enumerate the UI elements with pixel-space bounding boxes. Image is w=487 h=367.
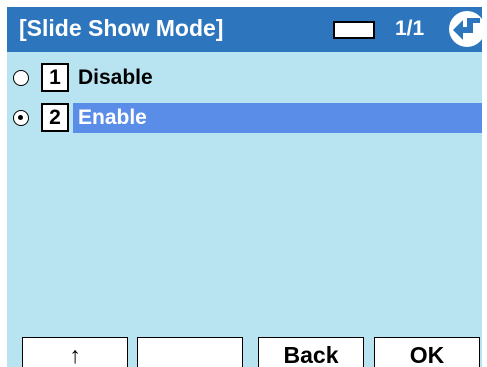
phone-screen: [Slide Show Mode] 1/1 1 Disable 2 Enable… bbox=[7, 7, 482, 367]
item-number: 2 bbox=[41, 103, 69, 132]
menu-item-disable[interactable]: 1 Disable bbox=[7, 63, 482, 93]
item-label: Enable bbox=[78, 106, 147, 129]
softkey-blank[interactable] bbox=[137, 337, 243, 367]
screen-title: [Slide Show Mode] bbox=[19, 15, 224, 41]
radio-button[interactable] bbox=[13, 70, 29, 86]
radio-dot-icon bbox=[18, 115, 23, 120]
back-arrow-icon bbox=[453, 18, 480, 40]
softkey-up[interactable]: ↑ bbox=[22, 337, 128, 367]
item-number: 1 bbox=[41, 63, 69, 92]
header-bar: [Slide Show Mode] 1/1 bbox=[7, 7, 482, 52]
item-label: Disable bbox=[78, 66, 153, 89]
softkey-back[interactable]: Back bbox=[258, 337, 364, 367]
softkey-ok[interactable]: OK bbox=[374, 337, 480, 367]
radio-button-selected[interactable] bbox=[13, 110, 29, 126]
status-box bbox=[333, 21, 375, 39]
menu-item-enable[interactable]: 2 Enable bbox=[7, 103, 482, 133]
back-arrow-button[interactable] bbox=[449, 11, 482, 47]
page-indicator: 1/1 bbox=[395, 17, 425, 40]
